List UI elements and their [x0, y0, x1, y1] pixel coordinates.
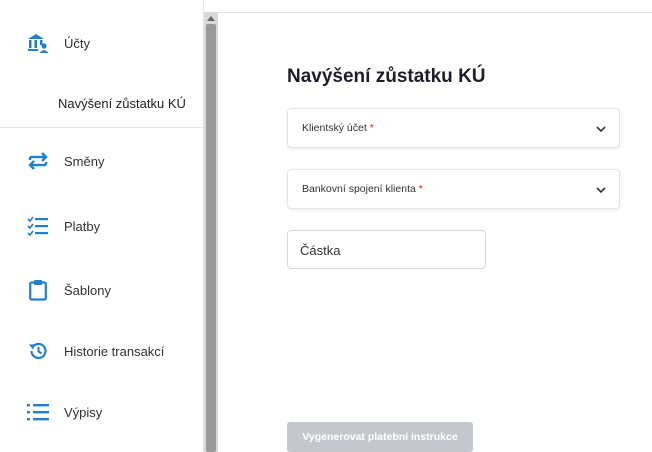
page-title: Navýšení zůstatku KÚ	[287, 66, 486, 87]
generate-payment-instructions-button[interactable]: Vygenerovat platební instrukce	[287, 422, 473, 452]
sidebar-item-label: Šablony	[64, 282, 111, 298]
sidebar-item-templates[interactable]: Šablony	[0, 267, 204, 313]
sidebar-item-label: Historie transakcí	[64, 343, 165, 359]
bank-user-icon	[26, 31, 50, 55]
history-icon	[26, 339, 50, 363]
sidebar-subitem-balance-increase[interactable]: Navýšení zůstatku KÚ	[58, 96, 186, 111]
checklist-icon	[26, 214, 50, 238]
sidebar-item-label: Výpisy	[64, 404, 103, 420]
sidebar-item-label: Platby	[64, 218, 101, 234]
required-mark: *	[418, 183, 423, 195]
sidebar-item-accounts[interactable]: Účty	[0, 20, 204, 66]
sidebar-item-payments[interactable]: Platby	[0, 203, 204, 249]
client-account-label: Klientský účet *	[302, 122, 374, 134]
bank-connection-select[interactable]: Bankovní spojení klienta *	[287, 169, 620, 209]
required-mark: *	[369, 122, 374, 134]
amount-input[interactable]: Částka	[287, 230, 486, 269]
clipboard-icon	[26, 278, 50, 302]
sidebar-item-statements[interactable]: Výpisy	[0, 389, 204, 435]
sidebar-item-label: Směny	[64, 153, 105, 169]
sidebar-item-exchanges[interactable]: Směny	[0, 138, 204, 184]
exchange-arrows-icon	[26, 149, 50, 173]
sidebar-divider	[0, 127, 204, 128]
list-icon	[26, 400, 50, 424]
sidebar-item-label: Účty	[64, 35, 90, 51]
chevron-down-icon	[596, 187, 606, 194]
sidebar-item-transaction-history[interactable]: Historie transakcí	[0, 328, 204, 374]
bank-connection-label: Bankovní spojení klienta *	[302, 183, 423, 195]
scroll-up-arrow-icon[interactable]	[206, 12, 216, 24]
sidebar-scrollbar-thumb[interactable]	[206, 24, 216, 452]
amount-placeholder: Částka	[300, 243, 341, 258]
sidebar: Účty Navýšení zůstatku KÚ Směny Platby Š…	[0, 0, 204, 452]
client-account-select[interactable]: Klientský účet *	[287, 108, 620, 148]
chevron-down-icon	[596, 126, 606, 133]
